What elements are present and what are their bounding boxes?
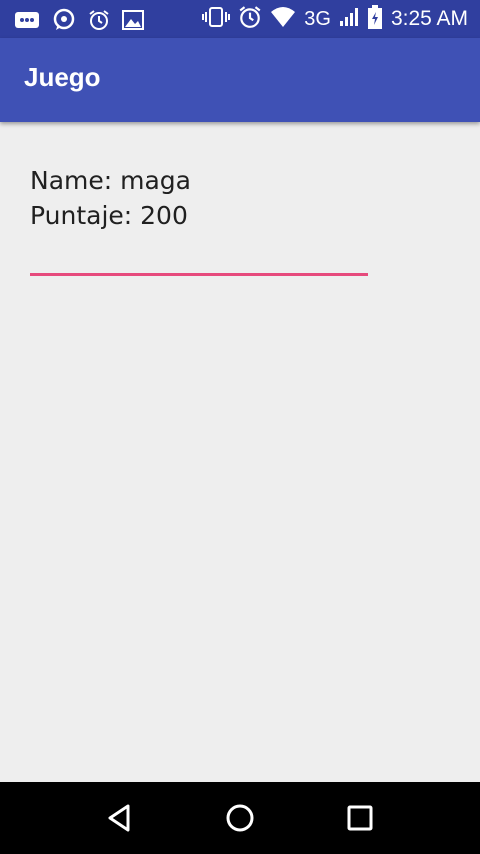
- player-info-text: Name: maga Puntaje: 200: [30, 166, 191, 230]
- image-icon: [122, 10, 144, 34]
- status-bar: 3G 3:25 AM: [0, 0, 480, 38]
- navigation-bar: [0, 782, 480, 854]
- battery-icon: [367, 4, 383, 34]
- app-title: Juego: [24, 62, 101, 92]
- app-bar: Juego: [0, 38, 480, 122]
- back-icon[interactable]: [102, 800, 138, 836]
- home-icon[interactable]: [222, 800, 258, 836]
- alarm-icon: [88, 9, 110, 35]
- whatsapp-icon: [52, 8, 76, 36]
- chat-icon: [14, 10, 40, 34]
- wifi-icon: [270, 6, 296, 32]
- alarm-icon: [238, 5, 262, 33]
- text-input[interactable]: [30, 273, 368, 276]
- notification-icons: [14, 8, 144, 36]
- vibrate-icon: [202, 5, 231, 33]
- content-area: Name: maga Puntaje: 200: [30, 163, 430, 233]
- recents-icon[interactable]: [342, 800, 378, 836]
- status-time: 3:25 AM: [390, 7, 468, 30]
- network-type: 3G: [304, 8, 331, 30]
- signal-icon: [339, 6, 359, 32]
- system-icons: 3G 3:25 AM: [202, 4, 468, 34]
